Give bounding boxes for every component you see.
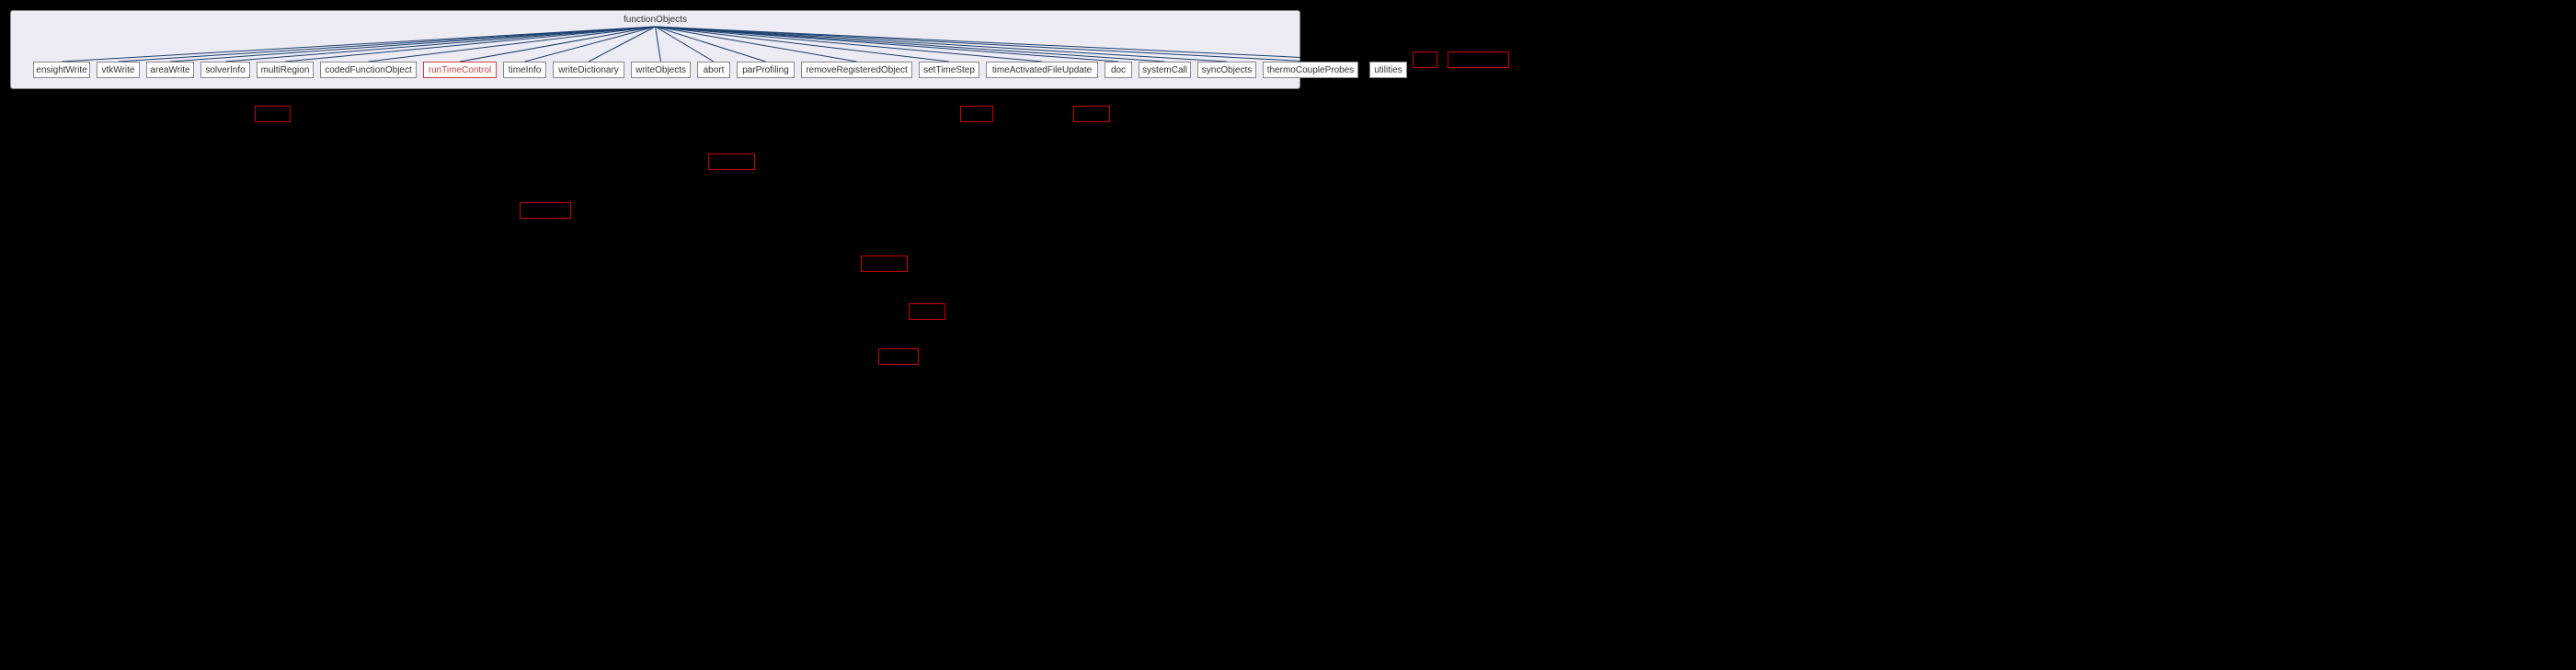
node-label: runTimeControl [429,65,492,75]
node-n18[interactable]: thermoCoupleProbes [1263,62,1358,78]
outline-box-7[interactable] [861,256,908,272]
node-n11[interactable]: parProfiling [737,62,795,78]
outline-box-3[interactable] [960,106,993,122]
node-label: systemCall [1142,65,1187,75]
node-label: codedFunctionObject [325,65,412,75]
node-n7[interactable]: timeInfo [503,62,546,78]
outline-box-6[interactable] [520,202,571,219]
node-label: removeRegisteredObject [806,65,908,75]
outline-box-4[interactable] [1073,106,1110,122]
node-n3[interactable]: solverInfo [200,62,250,78]
node-n0[interactable]: ensightWrite [33,62,90,78]
node-n8[interactable]: writeDictionary [553,62,624,78]
node-n4[interactable]: multiRegion [257,62,314,78]
node-label: timeInfo [509,65,542,75]
node-label: solverInfo [205,65,245,75]
node-n13[interactable]: setTimeStep [919,62,979,78]
node-n14[interactable]: timeActivatedFileUpdate [986,62,1098,78]
node-n9[interactable]: writeObjects [631,62,691,78]
node-n10[interactable]: abort [697,62,730,78]
node-n12[interactable]: removeRegisteredObject [801,62,912,78]
node-n5[interactable]: codedFunctionObject [320,62,417,78]
node-label: thermoCoupleProbes [1267,65,1355,75]
outline-box-0[interactable] [1413,51,1437,68]
node-label: vtkWrite [102,65,135,75]
node-n2[interactable]: areaWrite [146,62,194,78]
container-title: functionObjects [11,15,1299,25]
node-n1[interactable]: vtkWrite [97,62,140,78]
node-n17[interactable]: syncObjects [1197,62,1256,78]
outline-box-9[interactable] [878,348,919,365]
node-label: areaWrite [150,65,189,75]
node-label: writeDictionary [558,65,619,75]
node-label: setTimeStep [923,65,975,75]
node-label: ensightWrite [36,65,86,75]
node-label: timeActivatedFileUpdate [992,65,1092,75]
node-label: multiRegion [261,65,310,75]
node-n6[interactable]: runTimeControl [423,62,497,78]
node-label: writeObjects [635,65,686,75]
node-utilities[interactable]: utilities [1369,62,1407,78]
outline-box-2[interactable] [255,106,291,122]
node-label: doc [1111,65,1126,75]
node-label: parProfiling [742,65,789,75]
node-label: utilities [1374,65,1402,75]
node-label: syncObjects [1202,65,1252,75]
outline-box-5[interactable] [708,153,755,170]
node-n15[interactable]: doc [1105,62,1132,78]
outline-box-8[interactable] [909,303,945,320]
node-n16[interactable]: systemCall [1139,62,1191,78]
outline-box-1[interactable] [1448,51,1509,68]
node-label: abort [704,65,725,75]
